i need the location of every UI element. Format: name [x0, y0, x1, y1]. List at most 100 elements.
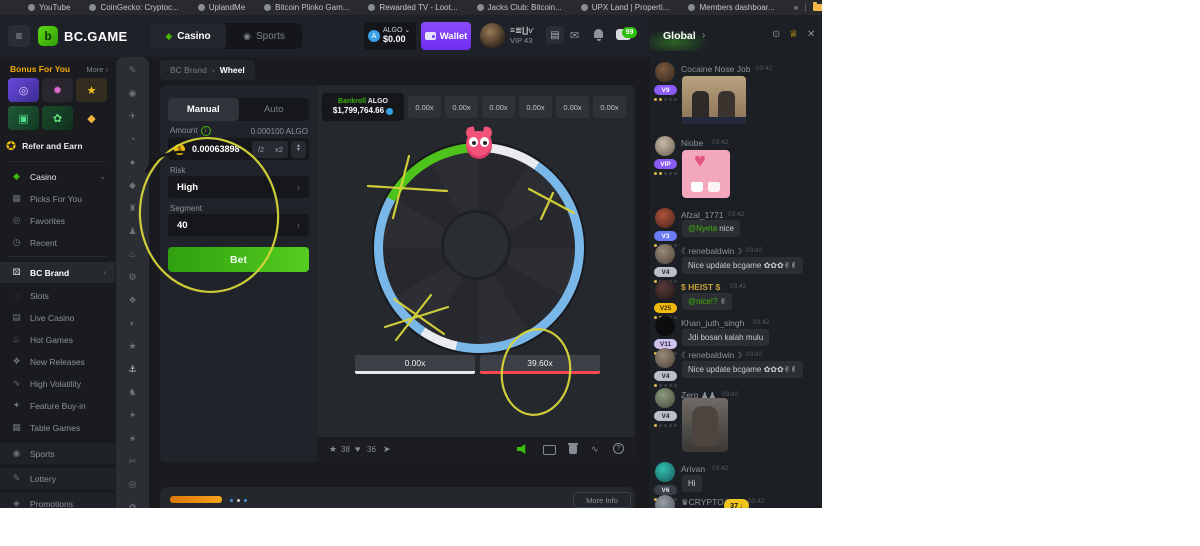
tab-manual[interactable]: Manual — [168, 98, 239, 121]
sidebar-item-bc-brand[interactable]: ⚄BC Brand› — [0, 262, 115, 283]
history-chip[interactable]: 0.00x — [593, 96, 626, 118]
user-avatar[interactable] — [480, 23, 505, 48]
bookmarks-overflow-chevron[interactable]: » — [794, 3, 798, 12]
more-info-button[interactable]: More Info — [573, 492, 631, 508]
bonus-tile-gem[interactable]: ▣ — [8, 106, 39, 130]
bookmark[interactable]: UplandMe — [198, 3, 245, 12]
sidebar-item-slots[interactable]: ◌Slots — [0, 286, 115, 305]
bookmark-label[interactable]: CoinGecko: Cryptoc... — [100, 3, 178, 12]
avatar[interactable] — [655, 348, 675, 368]
sidebar-item-picks-for-you[interactable]: ▦Picks For You — [0, 189, 115, 208]
double-button[interactable]: x2 — [270, 141, 288, 158]
sidebar-item-hot-games[interactable]: ♨Hot Games — [0, 330, 115, 349]
chevron-right-icon[interactable]: › — [702, 30, 705, 41]
rail-icon-0[interactable]: ✎ — [116, 65, 149, 76]
rail-icon-11[interactable]: ◐ — [116, 318, 149, 328]
rail-icon-5[interactable]: ◆ — [116, 180, 149, 191]
sidebar-item-feature-buy-in[interactable]: ✦Feature Buy-in — [0, 396, 115, 415]
sidebar-item-new-releases[interactable]: ❖New Releases — [0, 352, 115, 371]
sidebar-item-table-games[interactable]: ▦Table Games — [0, 418, 115, 437]
rakeback-button[interactable]: ▤ — [546, 26, 564, 44]
avatar[interactable] — [655, 495, 675, 508]
rail-icon-3[interactable]: ◔ — [116, 134, 149, 144]
bet-button[interactable]: Bet — [168, 247, 309, 272]
gif-hearts[interactable]: ♥ — [682, 150, 730, 198]
tab-casino[interactable]: ◆ Casino — [150, 23, 226, 49]
rail-icon-18[interactable]: ◎ — [116, 479, 149, 490]
sidebar-item-recent[interactable]: ◷Recent — [0, 233, 115, 252]
sidebar-item-high-volatility[interactable]: ∿High Volatility — [0, 374, 115, 393]
history-chip[interactable]: 0.00x — [445, 96, 478, 118]
risk-select[interactable]: High › — [168, 176, 309, 198]
rail-icon-10[interactable]: ❖ — [116, 295, 149, 306]
bookmark[interactable]: Rewarded TV - Loot... — [368, 3, 457, 12]
balance-selector[interactable]: A ALGO ⌄ $0.00 — [364, 22, 416, 50]
bookmark-label[interactable]: UplandMe — [209, 3, 245, 12]
avatar[interactable] — [655, 280, 675, 300]
bookmark-label[interactable]: UPX Land | Properti... — [592, 3, 670, 12]
history-chip[interactable]: 0.00x — [408, 96, 441, 118]
heart-icon[interactable]: ♥ — [355, 444, 360, 454]
theatre-icon[interactable] — [543, 445, 556, 455]
avatar[interactable] — [655, 388, 675, 408]
rail-icon-12[interactable]: ★ — [116, 341, 149, 352]
bookmark[interactable]: YouTube — [28, 3, 70, 12]
rail-icon-wheel-active[interactable]: ⚓ — [116, 364, 149, 375]
bonus-more-link[interactable]: More › — [86, 65, 108, 74]
tab-sports[interactable]: ◉ Sports — [226, 23, 302, 49]
bookmark-label[interactable]: Rewarded TV - Loot... — [379, 3, 457, 12]
history-chip[interactable]: 0.00x — [556, 96, 589, 118]
rail-icon-15[interactable]: ✦ — [116, 410, 149, 421]
bookmark[interactable]: CoinGecko: Cryptoc... — [89, 3, 178, 12]
refer-and-earn[interactable]: ✪ Refer and Earn — [6, 137, 109, 155]
rail-icon-2[interactable]: ✈ — [116, 111, 149, 122]
avatar[interactable] — [655, 136, 675, 156]
history-chip[interactable]: 0.00x — [482, 96, 515, 118]
share-icon[interactable]: ➤ — [383, 444, 391, 455]
avatar[interactable] — [655, 62, 675, 82]
rail-icon-4[interactable]: ● — [116, 157, 149, 167]
avatar[interactable] — [655, 462, 675, 482]
bookmark-label[interactable]: Jacks Club: Bitcoin... — [488, 3, 562, 12]
sidebar-item-favorites[interactable]: ◎Favorites — [0, 211, 115, 230]
new-messages-pill[interactable]: 37↓ — [724, 499, 749, 508]
chat-info-icon[interactable]: ⊙ — [772, 29, 780, 40]
rail-icon-17[interactable]: ✂ — [116, 456, 149, 467]
rail-icon-8[interactable]: ♨ — [116, 249, 149, 260]
avatar[interactable] — [655, 208, 675, 228]
menu-button[interactable]: ≡ — [8, 25, 30, 47]
hotkeys-icon[interactable] — [569, 445, 577, 454]
sidebar-item-sports[interactable]: ◉Sports — [0, 443, 115, 464]
bell-icon[interactable] — [594, 29, 603, 38]
sidebar-item-promotions[interactable]: ◈Promotions — [0, 493, 115, 508]
bonus-tile-bell[interactable]: ◆ — [76, 106, 107, 130]
mail-icon[interactable]: ✉ — [570, 29, 579, 42]
rail-icon-16[interactable]: ♠ — [116, 433, 149, 443]
bcgame-logo[interactable]: b BC.GAME — [38, 26, 128, 46]
bookmark[interactable]: Jacks Club: Bitcoin... — [477, 3, 562, 12]
breadcrumb-parent[interactable]: BC Brand — [170, 65, 207, 75]
user-info[interactable]: ≡≣∐ѵ VIP 43 — [510, 25, 534, 45]
sidebar-item-live-casino[interactable]: ▤Live Casino — [0, 308, 115, 327]
sound-icon[interactable] — [517, 444, 528, 454]
waveform-icon[interactable]: ∿ — [591, 444, 599, 455]
sidebar-item-casino[interactable]: ◆Casino⌄ — [0, 167, 115, 186]
half-button[interactable]: /2 — [252, 141, 270, 158]
avatar[interactable] — [655, 316, 675, 336]
bookmark[interactable]: Bitcoin Plinko Gam... — [264, 3, 349, 12]
star-icon[interactable]: ★ — [329, 444, 337, 455]
rail-icon-7[interactable]: ♟ — [116, 226, 149, 237]
sidebar-item-lottery[interactable]: ✎Lottery — [0, 468, 115, 489]
segment-select[interactable]: 40 › — [168, 214, 309, 236]
rail-icon-14[interactable]: ♞ — [116, 387, 149, 398]
gif-portrait[interactable] — [682, 398, 728, 452]
history-chip[interactable]: 0.00x — [519, 96, 552, 118]
bookmark[interactable]: Members dashboar... — [688, 3, 774, 12]
rail-icon-6[interactable]: ♜ — [116, 203, 149, 214]
bonus-tile-star[interactable]: ★ — [76, 78, 107, 102]
wallet-button[interactable]: Wallet — [421, 22, 471, 50]
gif-meme[interactable] — [682, 76, 746, 124]
rail-icon-1[interactable]: ◉ — [116, 88, 149, 99]
info-icon[interactable]: i — [201, 126, 211, 136]
bonus-tile-spin[interactable]: ◎ — [8, 78, 39, 102]
